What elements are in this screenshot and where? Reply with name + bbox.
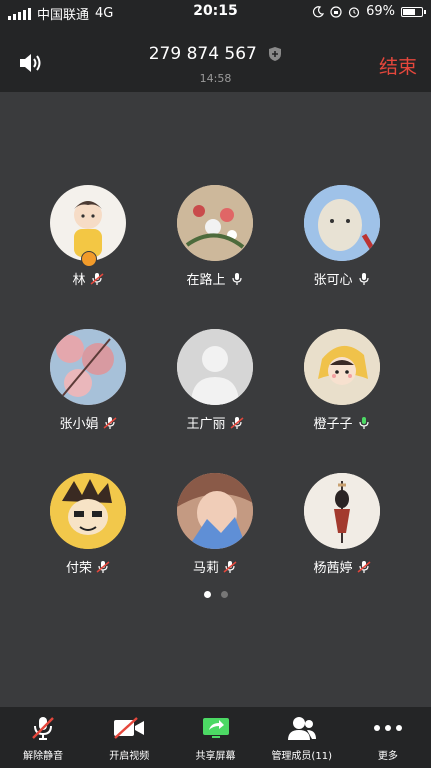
- mic-muted-icon: [96, 560, 110, 573]
- video-off-icon: [114, 717, 145, 739]
- share-screen-button[interactable]: 共享屏幕: [172, 707, 258, 768]
- member-tile[interactable]: 张小娟: [28, 329, 148, 432]
- mic-muted-icon: [90, 272, 103, 285]
- member-tile[interactable]: 付荣: [28, 473, 148, 576]
- more-icon: [373, 725, 402, 731]
- member-tile[interactable]: 橙子子: [282, 329, 402, 432]
- member-name: 马莉: [192, 561, 219, 576]
- page-dot[interactable]: [220, 591, 228, 598]
- toolbar-label: 开启视频: [109, 751, 150, 762]
- manage-members-button[interactable]: 管理成员(11): [259, 707, 345, 768]
- status-bar: 中国联通 4G 20:15 69%: [0, 0, 431, 24]
- member-name: 付荣: [65, 561, 92, 576]
- moon-icon: [313, 5, 325, 17]
- member-tile[interactable]: 张可心: [282, 185, 402, 288]
- avatar: [50, 329, 126, 405]
- page-dot[interactable]: [203, 591, 211, 598]
- toolbar-label: 共享屏幕: [195, 751, 236, 762]
- more-button[interactable]: 更多: [345, 707, 431, 768]
- mic-icon: [358, 272, 369, 285]
- toolbar-label: 更多: [377, 751, 398, 762]
- member-name: 橙子子: [313, 417, 353, 432]
- end-meeting-button[interactable]: 结束: [379, 52, 417, 79]
- mic-muted-icon: [32, 717, 54, 740]
- member-name: 在路上: [186, 273, 226, 288]
- member-tile[interactable]: 林: [28, 185, 148, 288]
- avatar: [177, 473, 253, 549]
- mic-muted-icon: [230, 416, 243, 429]
- mic-icon: [231, 272, 242, 285]
- mic-muted-icon: [223, 560, 237, 573]
- members-icon: [287, 717, 316, 740]
- battery-icon: [401, 6, 426, 17]
- member-tile[interactable]: 杨茜婷: [282, 473, 402, 576]
- avatar: [304, 473, 380, 549]
- avatar: [50, 185, 126, 261]
- mic-muted-icon: [103, 416, 116, 429]
- avatar: [177, 329, 253, 405]
- mic-speaking-icon: [358, 416, 369, 429]
- member-name: 王广丽: [186, 417, 226, 432]
- meeting-header: 279 874 567 14:58 结束: [0, 24, 431, 92]
- host-badge: [81, 251, 97, 267]
- member-tile[interactable]: 马莉: [155, 473, 275, 576]
- member-name: 张可心: [313, 273, 353, 288]
- avatar: [177, 185, 253, 261]
- toolbar-label: 管理成员(11): [271, 751, 332, 762]
- unmute-button[interactable]: 解除静音: [0, 707, 86, 768]
- avatar: [50, 473, 126, 549]
- battery-percent: 69%: [366, 4, 395, 19]
- alarm-icon: [348, 6, 360, 18]
- member-name: 张小娟: [59, 417, 99, 432]
- avatar: [304, 329, 380, 405]
- member-name: 杨茜婷: [313, 561, 353, 576]
- meeting-toolbar: 解除静音 开启视频 共享屏幕 管理成员(11) 更多: [0, 707, 431, 768]
- toolbar-label: 解除静音: [23, 751, 64, 762]
- shield-icon: [269, 47, 282, 61]
- mic-muted-icon: [357, 560, 370, 573]
- lock-rotation-icon: [330, 5, 342, 18]
- meeting-id[interactable]: 279 874 567: [0, 44, 431, 64]
- member-name: 林: [72, 273, 86, 288]
- start-video-button[interactable]: 开启视频: [86, 707, 172, 768]
- avatar: [304, 185, 380, 261]
- share-screen-icon: [202, 718, 229, 738]
- meeting-id-text: 279 874 567: [148, 44, 257, 64]
- member-tile[interactable]: 在路上: [155, 185, 275, 288]
- meeting-duration: 14:58: [199, 72, 232, 85]
- page-indicator: [0, 591, 431, 598]
- member-tile[interactable]: 王广丽: [155, 329, 275, 432]
